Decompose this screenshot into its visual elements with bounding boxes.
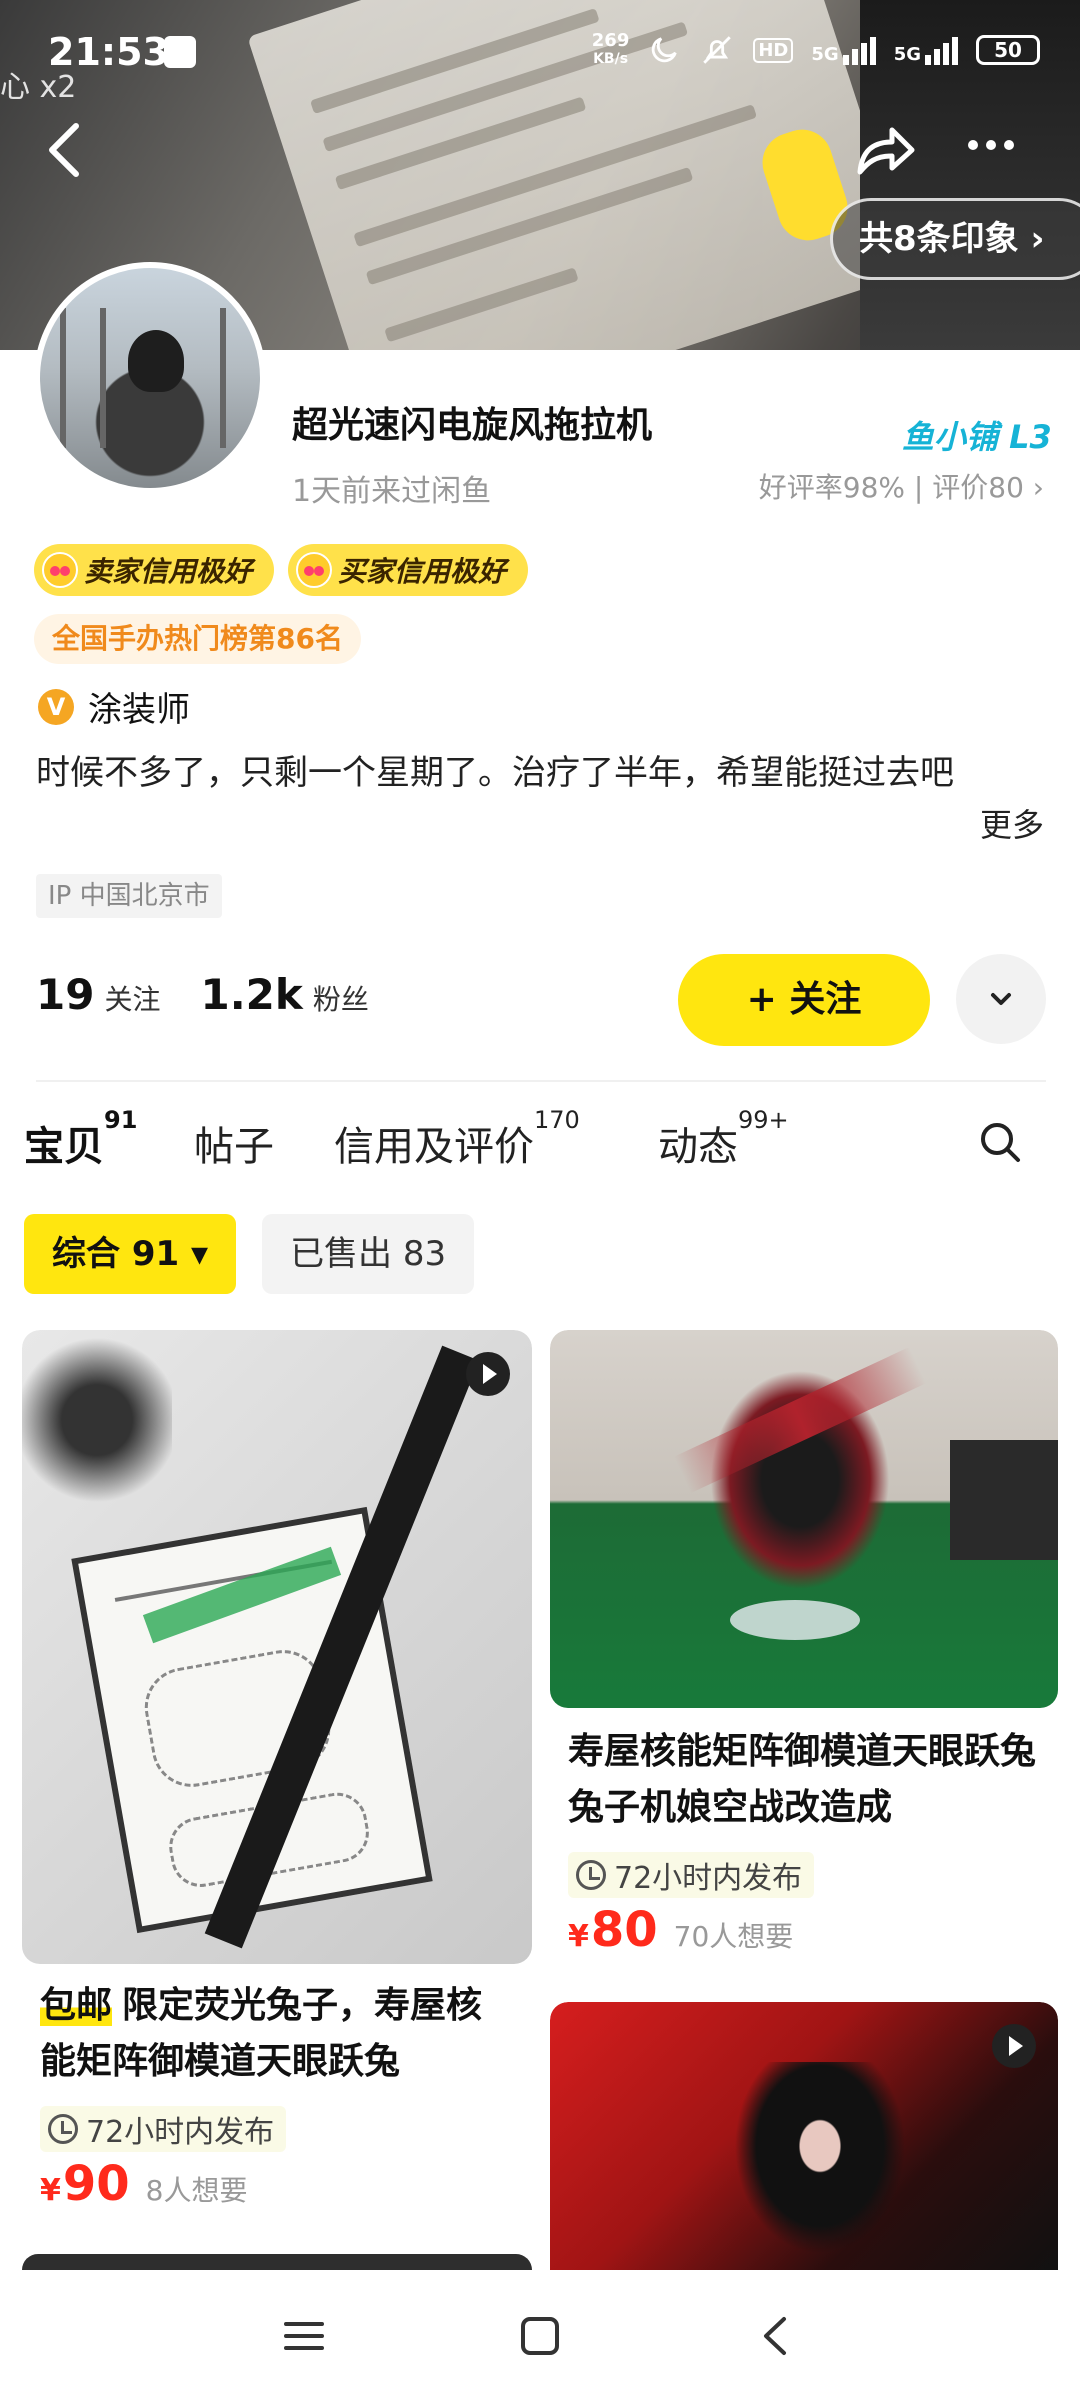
share-icon[interactable] [852, 118, 916, 182]
credit-badges: 卖家信用极好 买家信用极好 [34, 544, 529, 596]
tab-credit-reviews[interactable]: 信用及评价170 [334, 1106, 580, 1172]
status-bar: 21:53 269 KB/s HD 5G 5G 50 [0, 0, 1080, 100]
product-image [550, 2002, 1058, 2270]
rank-badge[interactable]: 全国手办热门榜第86名 [34, 614, 361, 664]
profile-tabs: 宝贝91 帖子 信用及评价170 动态99+ [24, 1104, 1064, 1184]
overlay-counter: 心 x2 [0, 70, 77, 105]
buyer-credit-badge[interactable]: 买家信用极好 [288, 544, 529, 596]
filter-all[interactable]: 综合 91 ▾ [24, 1214, 237, 1294]
signal-2: 5G [894, 35, 958, 65]
product-image [550, 1330, 1058, 1708]
product-image [22, 1330, 532, 1964]
product-title: 寿屋核能矩阵御模道天眼跃兔兔子机娘空战改造成 [568, 1731, 1037, 1828]
play-icon [992, 2024, 1036, 2068]
battery-indicator: 50 [976, 35, 1040, 65]
product-card[interactable]: 包邮 限定荧光兔子，寿屋核能矩阵御模道天眼跃兔 72小时内发布 ¥90 8人想要 [22, 1330, 532, 2280]
home-icon[interactable] [518, 2314, 562, 2358]
follow-button[interactable]: + 关注 [678, 954, 930, 1046]
rating-link[interactable]: 好评率98% | 评价80 › [759, 466, 1044, 506]
more-icon[interactable] [968, 140, 1014, 150]
back-icon[interactable] [40, 120, 90, 180]
following-count[interactable]: 19 [36, 970, 94, 1019]
system-nav-bar [0, 2270, 1080, 2400]
post-time: 72小时内发布 [40, 2106, 287, 2152]
bio-more-link[interactable]: 更多 [980, 800, 1044, 846]
play-icon [466, 1352, 510, 1396]
role-row: V 涂装师 [38, 682, 190, 731]
moon-icon [652, 37, 678, 63]
avatar[interactable] [34, 262, 266, 494]
role-label: 涂装师 [88, 690, 190, 730]
ip-location: IP 中国北京市 [36, 874, 222, 918]
product-card[interactable]: 寿屋核能矩阵御模道天眼跃兔兔子机娘空战改造成 72小时内发布 ¥80 70人想要 [550, 1330, 1058, 1970]
nav-back-icon[interactable] [754, 2314, 798, 2358]
product-title: 包邮 限定荧光兔子，寿屋核能矩阵御模道天眼跃兔 [40, 1985, 483, 2082]
last-seen: 1天前来过闲鱼 [292, 474, 492, 509]
search-icon[interactable] [976, 1118, 1024, 1166]
product-card[interactable] [550, 2002, 1058, 2270]
network-speed: 269 KB/s [591, 30, 630, 68]
clock-icon [576, 1860, 606, 1890]
profile-bio: 时候不多了，只剩一个星期了。治疗了半年，希望能挺过去吧 [36, 753, 954, 793]
wants-count: 8人想要 [145, 2174, 248, 2207]
emoji-icon [296, 552, 333, 588]
shop-level-badge[interactable]: 鱼小铺 L3 [902, 412, 1052, 458]
free-shipping-tag: 包邮 [40, 1985, 113, 2026]
signal-1: 5G [811, 35, 876, 65]
price-row: ¥90 8人想要 [40, 2156, 248, 2212]
chevron-down-icon [991, 993, 1011, 1005]
following-label[interactable]: 关注 [104, 978, 160, 1018]
price: 80 [590, 1902, 658, 1958]
emoji-icon [42, 552, 78, 588]
app-notification-icon [164, 36, 196, 68]
impressions-button[interactable]: 共8条印象 › [830, 198, 1080, 280]
post-time: 72小时内发布 [568, 1852, 815, 1898]
tab-items[interactable]: 宝贝91 [24, 1106, 137, 1172]
clock-icon [48, 2114, 78, 2144]
product-card[interactable] [22, 2254, 532, 2270]
price: 90 [62, 2156, 130, 2212]
filter-chips: 综合 91 ▾ 已售出 83 [24, 1214, 475, 1294]
hd-indicator: HD [753, 37, 794, 63]
followers-count[interactable]: 1.2k [200, 970, 302, 1019]
expand-button[interactable] [956, 954, 1046, 1044]
verified-icon: V [38, 688, 74, 725]
mute-icon [703, 36, 732, 64]
tab-activity[interactable]: 动态99+ [658, 1106, 789, 1172]
profile-name: 超光速闪电旋风拖拉机 [292, 405, 653, 446]
menu-icon[interactable] [282, 2314, 326, 2358]
price-row: ¥80 70人想要 [568, 1902, 794, 1958]
seller-credit-badge[interactable]: 卖家信用极好 [34, 544, 275, 596]
divider [36, 1080, 1046, 1082]
followers-label[interactable]: 粉丝 [313, 978, 369, 1018]
tab-posts[interactable]: 帖子 [194, 1114, 274, 1172]
filter-sold[interactable]: 已售出 83 [262, 1214, 475, 1294]
follow-stats: 19 关注 1.2k 粉丝 [36, 970, 399, 1019]
wants-count: 70人想要 [673, 1920, 794, 1953]
